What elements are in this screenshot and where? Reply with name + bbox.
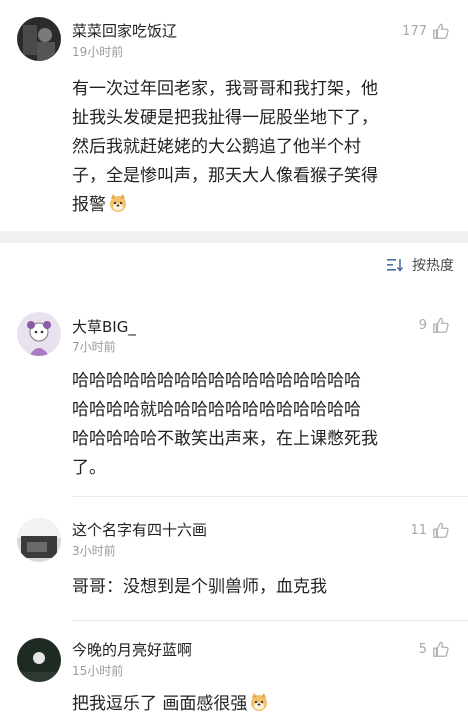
comment-item: 大草BIG_ 7小时前 9 哈哈哈哈哈哈哈哈哈哈哈哈哈哈哈哈哈 哈哈哈哈就哈哈哈…	[0, 300, 468, 500]
section-divider	[0, 231, 468, 243]
like-count: 9	[418, 317, 427, 333]
divider	[72, 620, 468, 621]
comment-line: 哥哥：没想到是个驯兽师，血克我	[72, 577, 327, 597]
comment-time: 3小时前	[72, 544, 116, 558]
comment-line: 然后我就赶姥姥的大公鹅追了他半个村	[72, 137, 361, 157]
avatar[interactable]	[17, 17, 61, 61]
comment-text: 哈哈哈哈哈哈哈哈哈哈哈哈哈哈哈哈哈 哈哈哈哈就哈哈哈哈哈哈哈哈哈哈哈哈 哈哈哈哈…	[72, 367, 446, 483]
comment-line: 把我逗乐了 画面感很强	[72, 690, 446, 719]
avatar[interactable]	[17, 312, 61, 356]
comment-line: 哈哈哈哈就哈哈哈哈哈哈哈哈哈哈哈哈	[72, 400, 361, 420]
comment-line: 哈哈哈哈哈不敢笑出声来，在上课憋死我	[72, 429, 378, 449]
avatar[interactable]	[17, 518, 61, 562]
comment-time: 7小时前	[72, 340, 116, 354]
comment-time: 19小时前	[72, 45, 124, 59]
sort-list-icon	[387, 259, 404, 272]
comment-line: 了。	[72, 458, 106, 478]
doge-emoji-icon	[251, 693, 268, 711]
comment-line: 扯我头发硬是把我扯得一屁股坐地下了，	[72, 108, 378, 128]
comment-line: 报警	[72, 191, 446, 220]
comment-time: 15小时前	[72, 664, 124, 678]
comment-text: 有一次过年回老家，我哥哥和我打架，他 扯我头发硬是把我扯得一屁股坐地下了， 然后…	[72, 75, 446, 220]
username[interactable]: 大草BIG_	[72, 316, 136, 337]
comment-text: 哥哥：没想到是个驯兽师，血克我	[72, 573, 446, 602]
username[interactable]: 这个名字有四十六画	[72, 519, 207, 540]
comment-line: 子，全是惨叫声，那天大人像看猴子笑得	[72, 166, 378, 186]
avatar[interactable]	[17, 638, 61, 682]
like-button[interactable]: 177	[402, 20, 450, 42]
comment-text: 把我逗乐了 画面感很强	[72, 690, 446, 719]
like-count: 177	[402, 23, 427, 39]
divider	[72, 496, 468, 497]
sort-label: 按热度	[412, 258, 454, 274]
thumbs-up-icon	[433, 23, 449, 39]
like-count: 5	[418, 641, 427, 657]
like-button[interactable]: 11	[410, 519, 450, 541]
thumbs-up-icon	[433, 641, 449, 657]
username[interactable]: 菜菜回家吃饭辽	[72, 20, 177, 41]
like-button[interactable]: 5	[419, 638, 450, 660]
comment-line: 有一次过年回老家，我哥哥和我打架，他	[72, 79, 378, 99]
thumbs-up-icon	[433, 317, 449, 333]
comment-item: 这个名字有四十六画 3小时前 11 哥哥：没想到是个驯兽师，血克我	[0, 500, 468, 622]
like-button[interactable]: 9	[419, 314, 450, 336]
username[interactable]: 今晚的月亮好蓝啊	[72, 639, 192, 660]
thumbs-up-icon	[433, 522, 449, 538]
comment-item: 今晚的月亮好蓝啊 15小时前 5 把我逗乐了 画面感很强	[0, 622, 468, 725]
doge-emoji-icon	[110, 194, 126, 212]
like-count: 11	[410, 522, 427, 538]
featured-comment: 菜菜回家吃饭辽 19小时前 177 有一次过年回老家，我哥哥和我打架，他 扯我头…	[0, 0, 468, 231]
comment-line: 哈哈哈哈哈哈哈哈哈哈哈哈哈哈哈哈哈	[72, 371, 361, 391]
sort-by-hot-button[interactable]: 按热度	[387, 255, 454, 275]
